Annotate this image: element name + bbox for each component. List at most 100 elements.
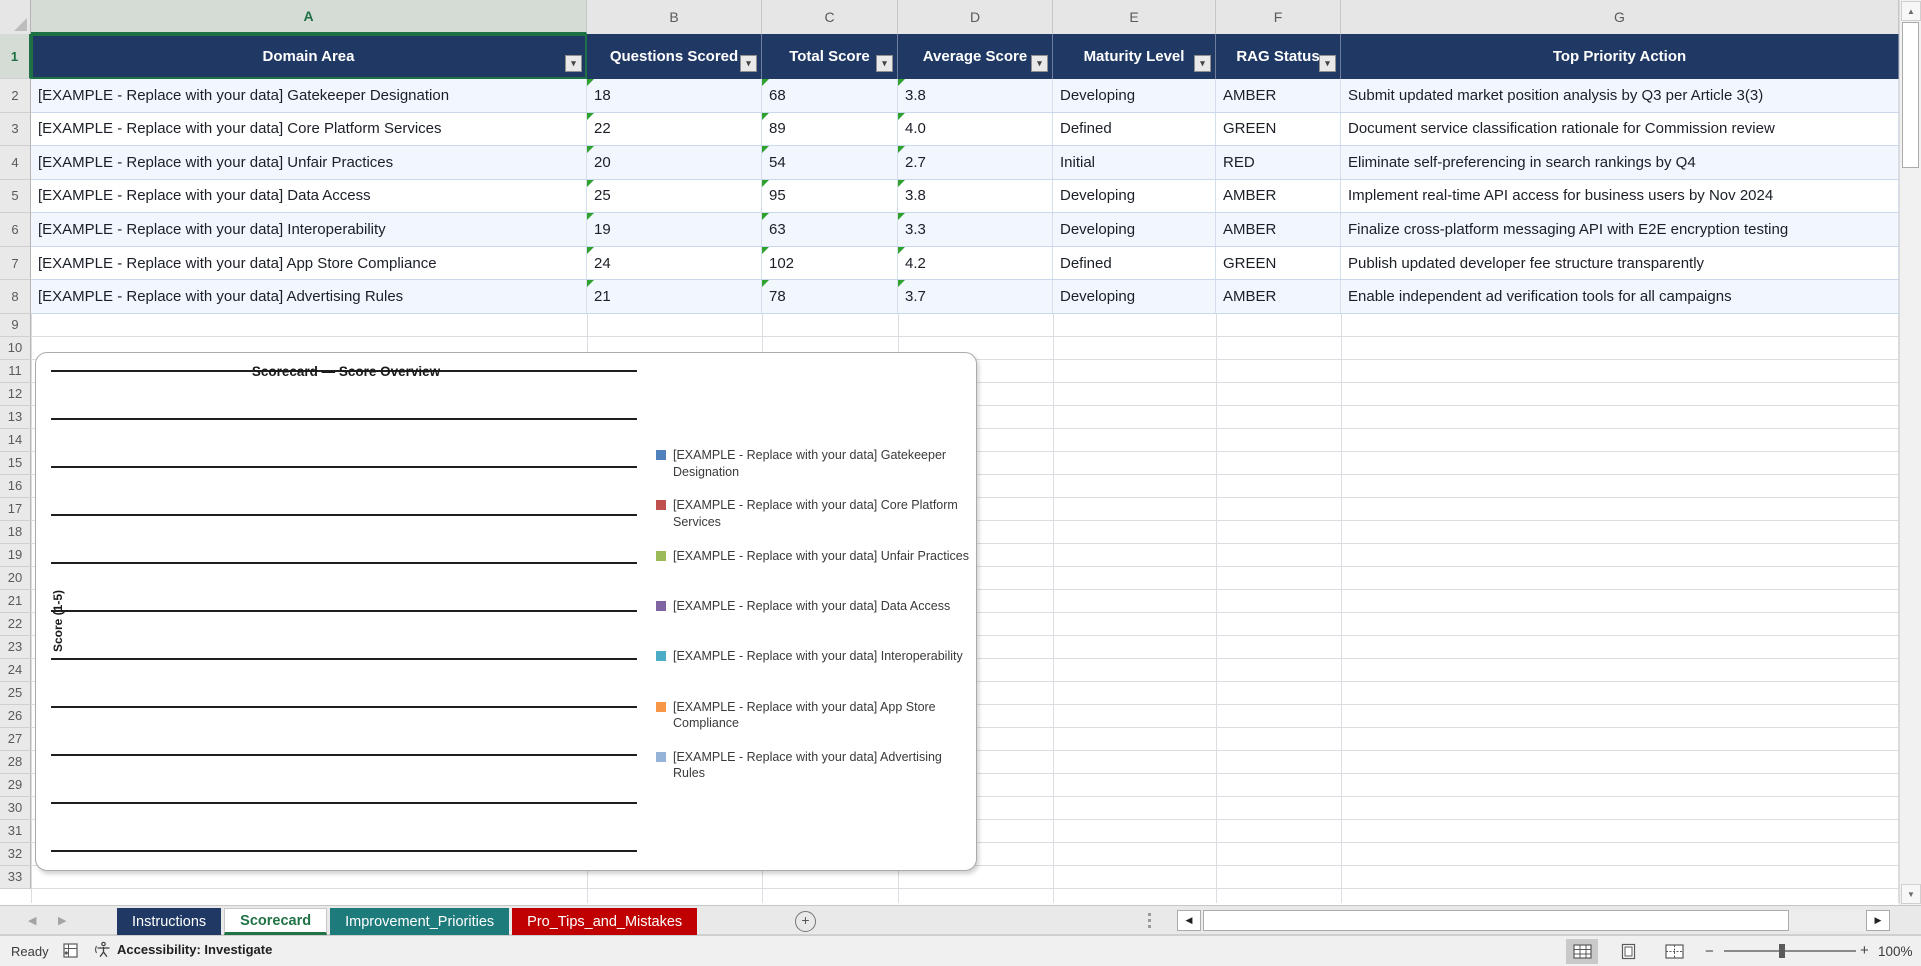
sheet-tab-instructions[interactable]: Instructions [117,908,222,935]
filter-dropdown-icon[interactable]: ▾ [876,55,893,72]
row-header-24[interactable]: 24 [0,658,31,682]
scroll-up-icon[interactable]: ▲ [1901,1,1921,21]
cell-G7[interactable]: Publish updated developer fee structure … [1341,246,1899,280]
cell-E5[interactable]: Developing [1053,179,1216,213]
cell-E7[interactable]: Defined [1053,246,1216,280]
row-header-15[interactable]: 15 [0,451,31,475]
legend-item[interactable]: [EXAMPLE - Replace with your data] Unfai… [656,548,974,565]
row-header-14[interactable]: 14 [0,428,31,452]
filter-dropdown-icon[interactable]: ▾ [1031,55,1048,72]
cell-G5[interactable]: Implement real-time API access for busin… [1341,179,1899,213]
row-header-32[interactable]: 32 [0,842,31,866]
cell-C3[interactable]: 89 [762,112,898,146]
cell-A7[interactable]: [EXAMPLE - Replace with your data] App S… [31,246,587,280]
cell-D8[interactable]: 3.7 [898,280,1053,313]
row-header-22[interactable]: 22 [0,612,31,636]
row-header-4[interactable]: 4 [0,146,31,180]
chart-panel[interactable]: Scorecard — Score Overview Score (1-5) [… [35,352,977,871]
sheet-tab-improvement_priorities[interactable]: Improvement_Priorities [330,908,510,935]
table-header-top-priority-action[interactable]: Top Priority Action [1341,34,1899,79]
cell-D2[interactable]: 3.8 [898,79,1053,112]
cell-D3[interactable]: 4.0 [898,112,1053,146]
row-header-9[interactable]: 9 [0,313,31,337]
row-header-20[interactable]: 20 [0,566,31,590]
cell-A2[interactable]: [EXAMPLE - Replace with your data] Gatek… [31,79,587,112]
column-header-A[interactable]: A [31,0,587,34]
column-header-D[interactable]: D [898,0,1053,34]
cell-F7[interactable]: GREEN [1216,246,1341,280]
zoom-out-icon[interactable]: − [1705,943,1714,960]
table-header-rag-status[interactable]: RAG Status ▾ [1216,34,1341,79]
zoom-level-label[interactable]: 100% [1878,944,1913,959]
cell-G8[interactable]: Enable independent ad verification tools… [1341,280,1899,313]
row-header-8[interactable]: 8 [0,280,31,314]
normal-view-button[interactable] [1566,939,1598,964]
cell-E8[interactable]: Developing [1053,280,1216,313]
cell-C6[interactable]: 63 [762,213,898,246]
filter-dropdown-icon[interactable]: ▾ [565,55,582,72]
cell-B7[interactable]: 24 [587,246,762,280]
filter-dropdown-icon[interactable]: ▾ [1194,55,1211,72]
table-header-maturity-level[interactable]: Maturity Level ▾ [1053,34,1216,79]
cell-G4[interactable]: Eliminate self-preferencing in search ra… [1341,146,1899,179]
cell-G3[interactable]: Document service classification rational… [1341,112,1899,146]
cell-E3[interactable]: Defined [1053,112,1216,146]
cell-B5[interactable]: 25 [587,179,762,213]
row-header-18[interactable]: 18 [0,520,31,544]
zoom-slider-track[interactable] [1724,950,1856,952]
cell-F5[interactable]: AMBER [1216,179,1341,213]
cell-B8[interactable]: 21 [587,280,762,313]
accessibility-status-button[interactable]: Accessibility: Investigate [95,941,272,958]
row-header-23[interactable]: 23 [0,635,31,659]
table-header-average-score[interactable]: Average Score ▾ [898,34,1053,79]
legend-item[interactable]: [EXAMPLE - Replace with your data] Gatek… [656,447,974,480]
vertical-scrollbar-thumb[interactable] [1902,22,1919,168]
zoom-slider-thumb[interactable] [1779,944,1785,958]
row-header-7[interactable]: 7 [0,246,31,281]
scroll-down-icon[interactable]: ▼ [1901,884,1921,904]
next-sheet-icon[interactable]: ▶ [58,914,66,927]
row-header-27[interactable]: 27 [0,727,31,751]
cell-D6[interactable]: 3.3 [898,213,1053,246]
zoom-in-icon[interactable]: + [1860,942,1869,959]
cell-F8[interactable]: AMBER [1216,280,1341,313]
row-header-3[interactable]: 3 [0,112,31,147]
row-header-29[interactable]: 29 [0,773,31,797]
page-break-preview-button[interactable] [1658,939,1690,964]
cell-D5[interactable]: 3.8 [898,179,1053,213]
legend-item[interactable]: [EXAMPLE - Replace with your data] Core … [656,497,974,530]
table-header-questions-scored[interactable]: Questions Scored ▾ [587,34,762,79]
cell-C2[interactable]: 68 [762,79,898,112]
row-header-28[interactable]: 28 [0,750,31,774]
vertical-scrollbar[interactable]: ▲ ▼ [1899,0,1921,905]
cell-C7[interactable]: 102 [762,246,898,280]
row-header-16[interactable]: 16 [0,474,31,498]
cell-A5[interactable]: [EXAMPLE - Replace with your data] Data … [31,179,587,213]
row-header-33[interactable]: 33 [0,865,31,889]
cell-C4[interactable]: 54 [762,146,898,179]
select-all-button[interactable] [0,0,31,34]
filter-dropdown-icon[interactable]: ▾ [740,55,757,72]
cell-B4[interactable]: 20 [587,146,762,179]
legend-item[interactable]: [EXAMPLE - Replace with your data] Data … [656,598,974,615]
cell-E2[interactable]: Developing [1053,79,1216,112]
macro-record-icon[interactable] [62,942,80,960]
legend-item[interactable]: [EXAMPLE - Replace with your data] Adver… [656,749,974,782]
row-header-17[interactable]: 17 [0,497,31,521]
cell-F3[interactable]: GREEN [1216,112,1341,146]
cell-C5[interactable]: 95 [762,179,898,213]
cell-F4[interactable]: RED [1216,146,1341,179]
row-header-30[interactable]: 30 [0,796,31,820]
column-header-G[interactable]: G [1341,0,1899,34]
row-header-19[interactable]: 19 [0,543,31,567]
row-header-5[interactable]: 5 [0,179,31,214]
sheet-tab-pro_tips_and_mistakes[interactable]: Pro_Tips_and_Mistakes [512,908,698,935]
cell-G2[interactable]: Submit updated market position analysis … [1341,79,1899,112]
row-header-12[interactable]: 12 [0,382,31,406]
cell-E4[interactable]: Initial [1053,146,1216,179]
cell-B2[interactable]: 18 [587,79,762,112]
filter-dropdown-icon[interactable]: ▾ [1319,55,1336,72]
cell-F2[interactable]: AMBER [1216,79,1341,112]
row-header-6[interactable]: 6 [0,213,31,247]
column-header-F[interactable]: F [1216,0,1341,34]
